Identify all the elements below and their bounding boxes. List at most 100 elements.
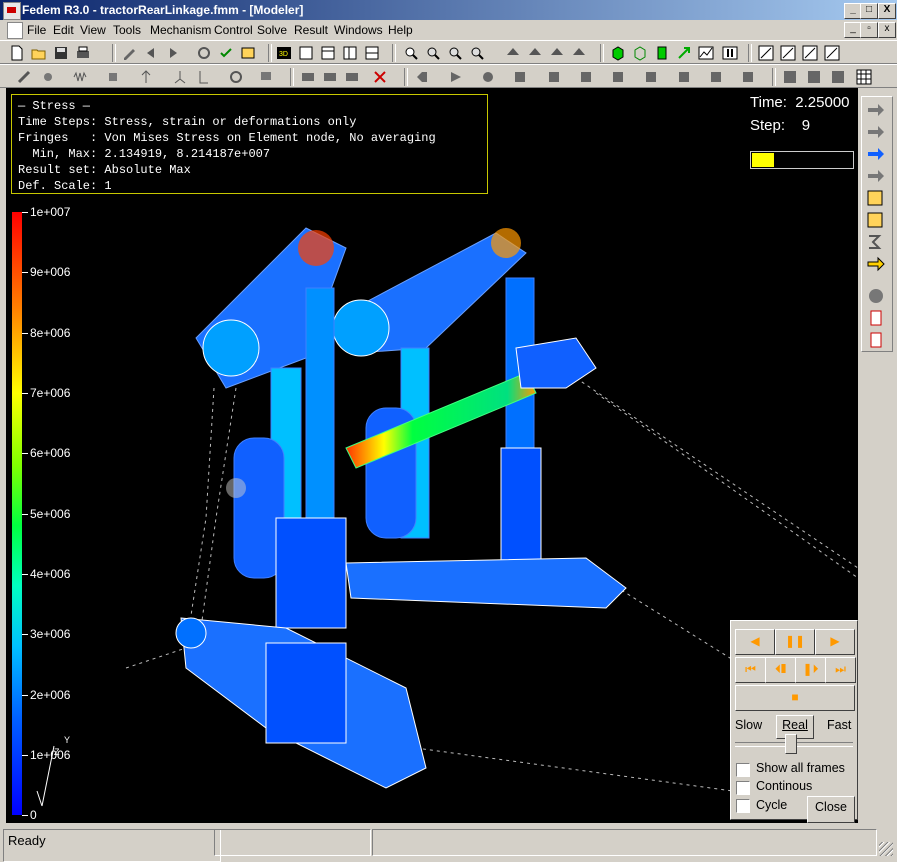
wire-cube-icon[interactable] xyxy=(632,45,648,61)
forward-arrow-icon[interactable] xyxy=(165,45,181,61)
octagon-icon[interactable] xyxy=(866,287,886,305)
control-out-icon[interactable] xyxy=(322,69,338,85)
open-folder-icon[interactable] xyxy=(31,45,47,61)
window-a-icon[interactable] xyxy=(782,69,798,85)
menu-mechanism[interactable]: Mechanism xyxy=(150,23,211,37)
view-iso-icon[interactable] xyxy=(364,45,380,61)
link-icon[interactable] xyxy=(16,69,32,85)
control-error-icon[interactable] xyxy=(372,69,388,85)
roll-icon[interactable] xyxy=(571,45,587,61)
zoom-out-icon[interactable] xyxy=(469,45,485,61)
menu-file[interactable]: File xyxy=(27,23,46,37)
show-all-frames-checkbox[interactable] xyxy=(736,763,750,777)
cylinder-red-icon[interactable] xyxy=(866,331,886,349)
shape-c-icon[interactable] xyxy=(480,69,496,85)
pause-button[interactable]: ❚❚ xyxy=(775,629,815,655)
mdi-close-button[interactable]: x xyxy=(878,22,896,38)
function-icon[interactable] xyxy=(228,69,244,85)
zoom-icon[interactable] xyxy=(425,45,441,61)
save-icon[interactable] xyxy=(53,45,69,61)
solid-icon[interactable] xyxy=(654,45,670,61)
menu-view[interactable]: View xyxy=(80,23,106,37)
result-c-icon[interactable] xyxy=(824,45,840,61)
shape-a-icon[interactable] xyxy=(414,69,430,85)
shape-d-icon[interactable] xyxy=(512,69,528,85)
menu-result[interactable]: Result xyxy=(294,23,328,37)
force-icon[interactable] xyxy=(138,69,154,85)
document-icon[interactable] xyxy=(7,22,23,39)
print-icon[interactable] xyxy=(75,45,91,61)
pause-icon[interactable] xyxy=(722,45,738,61)
result-grid-icon[interactable] xyxy=(866,189,886,207)
sum-icon[interactable] xyxy=(866,233,886,251)
step-forward-button[interactable]: ❚⏵ xyxy=(795,657,826,683)
stop-button[interactable]: ■ xyxy=(735,685,855,711)
cylinder-red-icon[interactable] xyxy=(866,309,886,327)
spring-icon[interactable] xyxy=(72,69,88,85)
back-arrow-icon[interactable] xyxy=(143,45,159,61)
result-b-icon[interactable] xyxy=(802,45,818,61)
menu-tools[interactable]: Tools xyxy=(113,23,141,37)
gray-arrow-icon[interactable] xyxy=(866,167,886,185)
control-in-icon[interactable] xyxy=(300,69,316,85)
graph-icon[interactable] xyxy=(698,45,714,61)
maximize-button[interactable]: □ xyxy=(860,3,878,19)
result-grid-icon[interactable] xyxy=(866,211,886,229)
load-icon[interactable] xyxy=(196,69,212,85)
shape-h-icon[interactable] xyxy=(643,69,659,85)
shape-k-icon[interactable] xyxy=(740,69,756,85)
pan-icon[interactable] xyxy=(505,45,521,61)
close-animation-button[interactable]: Close xyxy=(807,796,855,823)
cycle-checkbox[interactable] xyxy=(736,799,750,813)
rotate-icon[interactable] xyxy=(527,45,543,61)
shape-b-icon[interactable] xyxy=(448,69,464,85)
mechanism-icon[interactable] xyxy=(196,45,212,61)
zoom-window-icon[interactable] xyxy=(403,45,419,61)
shape-i-icon[interactable] xyxy=(676,69,692,85)
blue-arrow-icon[interactable] xyxy=(866,145,886,163)
pencil-icon[interactable] xyxy=(121,45,137,61)
menu-solve[interactable]: Solve xyxy=(257,23,287,37)
play-backward-button[interactable]: ◀ xyxy=(735,629,775,655)
shaded-cube-icon[interactable] xyxy=(610,45,626,61)
zoom-in-icon[interactable] xyxy=(447,45,463,61)
resize-grip-icon[interactable] xyxy=(879,842,893,856)
menu-windows[interactable]: Windows xyxy=(334,23,383,37)
shape-f-icon[interactable] xyxy=(578,69,594,85)
new-file-icon[interactable] xyxy=(9,45,25,61)
spin-icon[interactable] xyxy=(549,45,565,61)
check-icon[interactable] xyxy=(218,45,234,61)
view-side-icon[interactable] xyxy=(342,45,358,61)
view-3d-icon[interactable]: 3D xyxy=(276,45,292,61)
menu-edit[interactable]: Edit xyxy=(53,23,74,37)
shape-g-icon[interactable] xyxy=(610,69,626,85)
yellow-arrow-icon[interactable] xyxy=(866,255,886,273)
window-c-icon[interactable] xyxy=(830,69,846,85)
view-top-icon[interactable] xyxy=(320,45,336,61)
sensor-icon[interactable] xyxy=(258,69,274,85)
damper-icon[interactable] xyxy=(105,69,121,85)
result-xy-icon[interactable] xyxy=(758,45,774,61)
speed-slider-thumb[interactable] xyxy=(785,734,797,754)
menu-control[interactable]: Control xyxy=(214,23,253,37)
mdi-restore-button[interactable]: ▫ xyxy=(860,22,878,38)
gray-arrow-icon[interactable] xyxy=(866,101,886,119)
triad-icon[interactable] xyxy=(172,69,188,85)
shape-j-icon[interactable] xyxy=(708,69,724,85)
green-arrow-icon[interactable] xyxy=(676,45,692,61)
menu-help[interactable]: Help xyxy=(388,23,413,37)
view-front-icon[interactable] xyxy=(298,45,314,61)
play-button[interactable]: ▶ xyxy=(815,629,855,655)
close-button[interactable]: X xyxy=(878,3,896,19)
animation-icon[interactable] xyxy=(240,45,256,61)
window-b-icon[interactable] xyxy=(806,69,822,85)
continous-checkbox[interactable] xyxy=(736,781,750,795)
result-a-icon[interactable] xyxy=(780,45,796,61)
gray-arrow-icon[interactable] xyxy=(866,123,886,141)
shape-e-icon[interactable] xyxy=(546,69,562,85)
step-back-button[interactable]: ⏴❚ xyxy=(765,657,796,683)
grid-icon[interactable] xyxy=(856,69,872,85)
control-amp-icon[interactable] xyxy=(344,69,360,85)
first-frame-button[interactable]: ⏮ xyxy=(735,657,766,683)
joint-icon[interactable] xyxy=(40,69,56,85)
